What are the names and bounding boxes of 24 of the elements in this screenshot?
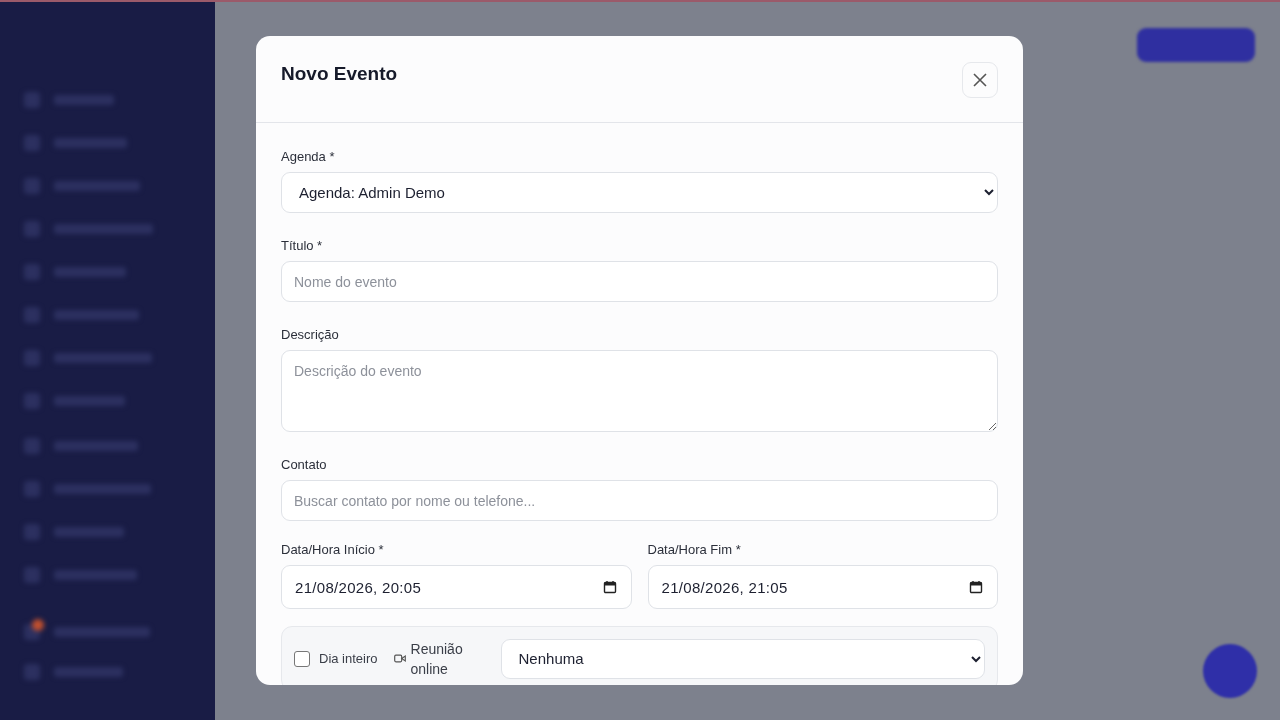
field-label: Data/Hora Início * (281, 542, 385, 557)
select-field[interactable]: Agenda: Admin Demo (281, 172, 998, 213)
floating-action-button[interactable] (1203, 644, 1257, 698)
close-icon (973, 73, 987, 87)
calendar-icon (969, 580, 983, 594)
textarea-field[interactable]: Descrição do evento (281, 350, 998, 432)
field-label: Data/Hora Fim * (647, 542, 742, 557)
field-label: Agenda * (281, 149, 336, 164)
dialog-title: Novo Evento (281, 63, 398, 85)
checkbox-label: Dia inteiro (319, 651, 378, 666)
select-field[interactable]: Nenhuma (500, 638, 985, 679)
date-field[interactable]: 21/08/2026, 20:05 (281, 565, 632, 609)
date-field[interactable]: 21/08/2026, 21:05 (647, 565, 998, 609)
field-label: Título * (281, 238, 324, 253)
field-label: Contato (281, 457, 328, 472)
online-meeting-label: Reunião online (410, 639, 464, 679)
video-camera-icon (393, 654, 406, 663)
input-field[interactable]: Buscar contato por nome ou telefone... (281, 480, 998, 521)
input-field[interactable]: Nome do evento (281, 261, 998, 302)
checkbox[interactable] (294, 650, 310, 667)
add-button[interactable] (1137, 28, 1255, 62)
close-button[interactable] (962, 62, 998, 98)
calendar-icon (602, 580, 617, 594)
field-label: Descrição (281, 327, 340, 342)
